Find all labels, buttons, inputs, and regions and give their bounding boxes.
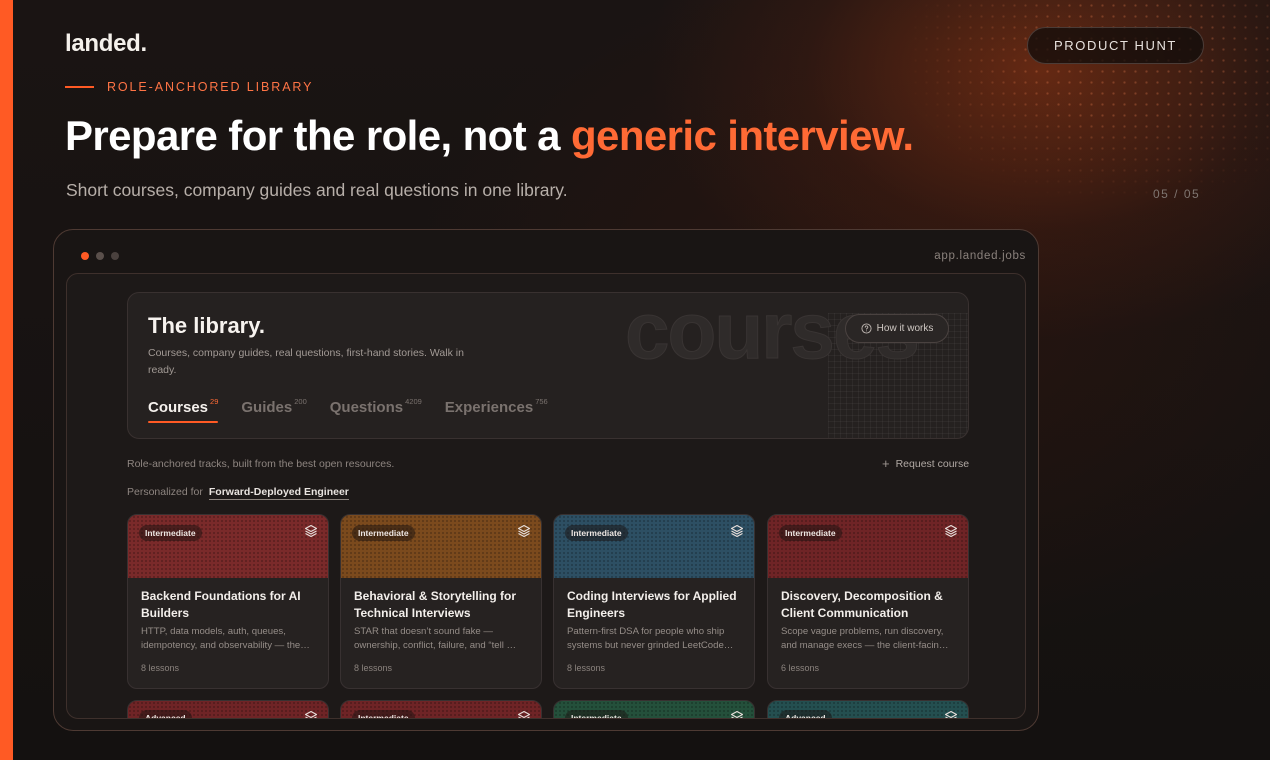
- level-badge: Intermediate: [779, 525, 842, 541]
- library-title: The library.: [148, 313, 265, 338]
- lesson-count: 8 lessons: [567, 663, 606, 673]
- layers-icon: [304, 524, 318, 538]
- browser-window: app.landed.jobs courses The library. Cou…: [53, 229, 1039, 731]
- course-card[interactable]: Intermediate Backend Foundations for AI …: [127, 514, 329, 689]
- tab-label: Experiences: [444, 399, 534, 416]
- window-dot-minimize: [96, 252, 104, 260]
- level-badge: Intermediate: [565, 525, 628, 541]
- library-tabs: Courses 29 Guides 200 Questions 4209 Experi…: [148, 397, 548, 423]
- course-card-partial[interactable]: Advanced: [127, 700, 329, 718]
- request-course-label: Request course: [895, 458, 970, 470]
- eyebrow-line: [65, 86, 94, 88]
- window-dot-close: [81, 252, 89, 260]
- accent-side-bar: [0, 0, 13, 760]
- tab-guides[interactable]: Guides 200: [241, 397, 306, 423]
- slide-pager: 05 / 05: [1153, 187, 1201, 201]
- tracks-note: Role-anchored tracks, built from the bes…: [127, 458, 395, 470]
- plus-icon: +: [882, 456, 890, 471]
- level-badge: Intermediate: [352, 710, 415, 718]
- course-card-partial[interactable]: Intermediate: [553, 700, 755, 718]
- product-hunt-button[interactable]: PRODUCT HUNT: [1027, 27, 1204, 64]
- level-badge: Intermediate: [352, 525, 415, 541]
- tab-courses[interactable]: Courses 29: [148, 397, 219, 423]
- headline-highlight: generic interview.: [571, 112, 914, 159]
- eyebrow: ROLE-ANCHORED LIBRARY: [65, 80, 313, 94]
- how-it-works-label: How it works: [876, 323, 934, 334]
- request-course-button[interactable]: + Request course: [882, 456, 970, 471]
- library-description: Courses, company guides, real questions,…: [148, 347, 464, 376]
- course-card[interactable]: Intermediate Discovery, Decomposition & …: [767, 514, 969, 689]
- layers-icon: [517, 524, 531, 538]
- tab-label: Guides: [241, 399, 293, 416]
- personalized-label: Personalized for: [127, 486, 203, 498]
- course-card-partial[interactable]: Intermediate: [340, 700, 542, 718]
- brand-logo[interactable]: landed.: [65, 30, 147, 58]
- library-hero: courses The library. Courses, company gu…: [127, 292, 969, 439]
- course-title: Coding Interviews for Applied Engineers: [567, 589, 737, 620]
- level-badge: Intermediate: [139, 525, 202, 541]
- eyebrow-text: ROLE-ANCHORED LIBRARY: [107, 80, 314, 94]
- tab-label: Courses: [148, 399, 209, 416]
- tab-experiences[interactable]: Experiences 756: [445, 397, 548, 423]
- headline-main: Prepare for the role, not a: [65, 112, 561, 159]
- layers-icon: [730, 524, 744, 538]
- course-description: HTTP, data models, auth, queues, idempot…: [141, 626, 310, 651]
- level-badge: Advanced: [779, 710, 832, 718]
- lesson-count: 8 lessons: [354, 663, 393, 673]
- help-circle-icon: [861, 323, 872, 334]
- course-card[interactable]: Intermediate Coding Interviews for Appli…: [553, 514, 755, 689]
- tab-count: 200: [294, 397, 307, 406]
- headline: Prepare for the role, not a generic inte…: [65, 112, 914, 160]
- layers-icon: [304, 710, 318, 718]
- course-description: Scope vague problems, run discovery, and…: [781, 626, 949, 651]
- course-description: Pattern-first DSA for people who ship sy…: [567, 626, 734, 651]
- app-screen: courses The library. Courses, company gu…: [66, 273, 1026, 719]
- course-card[interactable]: Intermediate Behavioral & Storytelling f…: [340, 514, 542, 689]
- layers-icon: [517, 710, 531, 718]
- window-dot-maximize: [111, 252, 119, 260]
- layers-icon: [944, 710, 958, 718]
- level-badge: Intermediate: [565, 710, 628, 718]
- layers-icon: [730, 710, 744, 718]
- course-title: Backend Foundations for AI Builders: [141, 589, 301, 620]
- tab-count: 29: [210, 397, 219, 406]
- lesson-count: 8 lessons: [141, 663, 180, 673]
- course-description: STAR that doesn’t sound fake — ownership…: [354, 626, 517, 651]
- course-title: Behavioral & Storytelling for Technical …: [354, 589, 517, 620]
- personalization: Personalized for Forward-Deployed Engine…: [127, 486, 349, 500]
- tab-questions[interactable]: Questions 4209: [330, 397, 422, 423]
- course-card-partial[interactable]: Advanced: [767, 700, 969, 718]
- window-url: app.landed.jobs: [934, 250, 1026, 262]
- course-title: Discovery, Decomposition & Client Commun…: [781, 589, 943, 620]
- how-it-works-button[interactable]: How it works: [845, 314, 949, 343]
- level-badge: Advanced: [139, 710, 192, 718]
- layers-icon: [944, 524, 958, 538]
- lesson-count: 6 lessons: [781, 663, 820, 673]
- tab-label: Questions: [329, 399, 404, 416]
- window-topbar: app.landed.jobs: [66, 242, 1026, 270]
- subline: Short courses, company guides and real q…: [66, 180, 568, 200]
- tab-count: 756: [535, 397, 548, 406]
- role-selector[interactable]: Forward-Deployed Engineer: [208, 486, 349, 500]
- tab-count: 4209: [405, 397, 422, 406]
